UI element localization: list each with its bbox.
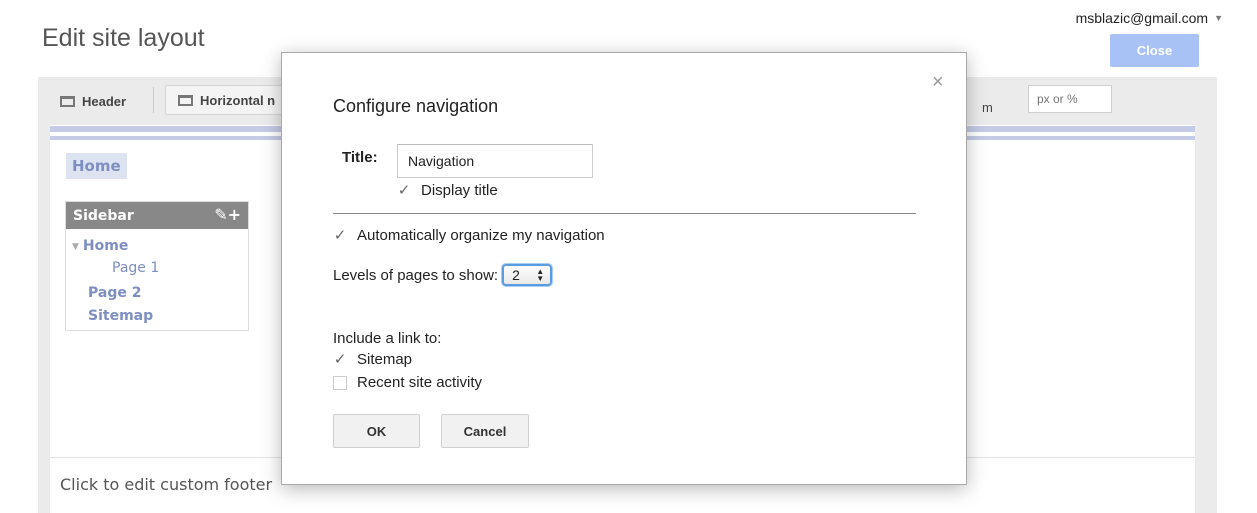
empty-checkbox-icon — [333, 375, 347, 390]
levels-label: Levels of pages to show: — [333, 266, 499, 284]
display-title-checkbox[interactable]: ✓ Display title — [397, 182, 498, 199]
dialog-divider — [333, 213, 916, 214]
close-button[interactable]: Close — [1110, 34, 1199, 67]
page-title: Edit site layout — [42, 24, 205, 52]
recent-activity-checkbox[interactable]: Recent site activity — [333, 374, 482, 391]
configure-navigation-dialog: × Configure navigation Title: ✓ Display … — [281, 52, 967, 485]
margin-label: m — [982, 99, 993, 115]
home-tab[interactable]: Home — [66, 153, 127, 179]
display-title-label: Display title — [421, 182, 498, 199]
auto-organize-label: Automatically organize my navigation — [357, 227, 605, 244]
expand-triangle-icon: ▼ — [72, 242, 79, 252]
checkmark-icon: ✓ — [333, 226, 347, 244]
sidebar-item-label: Home — [82, 238, 129, 254]
account-email: msblazic@gmail.com — [1075, 10, 1209, 26]
sidebar-header: Sidebar ✎+ — [66, 202, 248, 229]
checkmark-icon: ✓ — [333, 350, 347, 368]
account-menu[interactable]: msblazic@gmail.com ▼ — [1076, 10, 1223, 26]
sidebar-item-home[interactable]: ▼ Home — [72, 238, 128, 254]
sidebar-item-sitemap[interactable]: Sitemap — [88, 308, 153, 324]
horizontal-navigation-toggle[interactable]: Horizontal n — [165, 85, 289, 115]
sidebar-title: Sidebar — [73, 207, 134, 224]
cancel-button[interactable]: Cancel — [441, 414, 529, 448]
levels-select[interactable]: 2 ▲ ▼ — [502, 264, 553, 286]
title-input[interactable] — [397, 144, 593, 178]
sidebar-item-page-1[interactable]: Page 1 — [112, 260, 159, 276]
select-arrows-icon: ▲ ▼ — [536, 267, 545, 283]
sidebar-item-page-2[interactable]: Page 2 — [88, 285, 141, 301]
checkmark-icon: ✓ — [397, 181, 411, 199]
header-layout-icon — [60, 95, 75, 107]
ok-button[interactable]: OK — [333, 414, 420, 448]
dialog-title: Configure navigation — [333, 96, 499, 116]
sitemap-label: Sitemap — [357, 351, 413, 368]
levels-row: Levels of pages to show: 2 ▲ ▼ — [333, 264, 553, 286]
horizontal-navigation-label: Horizontal n — [200, 92, 276, 108]
close-icon[interactable]: × — [932, 71, 944, 94]
custom-footer[interactable]: Click to edit custom footer — [60, 475, 272, 494]
title-label: Title: — [342, 149, 378, 166]
chevron-down-icon: ▼ — [1214, 13, 1223, 23]
auto-organize-checkbox[interactable]: ✓ Automatically organize my navigation — [333, 227, 605, 244]
toolbar-divider — [153, 87, 154, 113]
horizontal-nav-icon — [178, 94, 193, 106]
sitemap-checkbox[interactable]: ✓ Sitemap — [333, 351, 412, 368]
sidebar-widget: Sidebar ✎+ ▼ Home Page 1 Page 2 Sitemap — [65, 201, 249, 331]
recent-activity-label: Recent site activity — [357, 374, 483, 391]
width-input[interactable] — [1028, 85, 1112, 113]
edit-add-icon[interactable]: ✎+ — [214, 205, 241, 224]
header-toggle[interactable]: Header — [60, 89, 126, 113]
include-link-label: Include a link to: — [333, 330, 442, 347]
header-toggle-label: Header — [82, 93, 127, 109]
levels-value: 2 — [512, 267, 520, 283]
